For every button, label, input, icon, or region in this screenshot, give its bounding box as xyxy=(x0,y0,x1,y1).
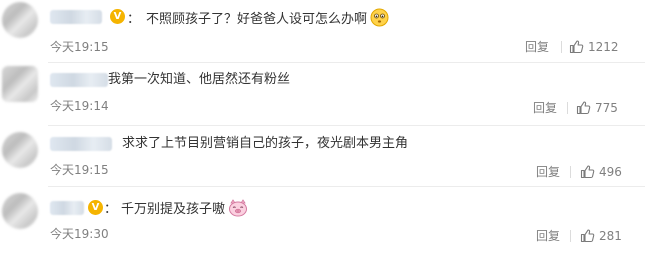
like-count: 281 xyxy=(599,228,622,243)
reply-button[interactable]: 回复 xyxy=(525,40,549,54)
shy-face-emoji-icon xyxy=(370,8,389,33)
separator xyxy=(561,41,562,53)
comment-time: 今天19:15 xyxy=(50,163,109,177)
comment-text: ：千万别提及孩子嗷 xyxy=(104,199,248,223)
username[interactable] xyxy=(50,10,102,24)
like-count: 496 xyxy=(599,164,622,179)
thumbs-up-icon xyxy=(580,165,595,179)
separator xyxy=(567,102,568,114)
avatar[interactable] xyxy=(2,132,38,168)
comment-time: 今天19:30 xyxy=(50,227,109,241)
comment-item: 求求了上节目别营销自己的孩子，夜光剧本男主角 今天19:15 回复 496 xyxy=(0,126,657,188)
comment-text: 求求了上节目别营销自己的孩子，夜光剧本男主角 xyxy=(122,136,409,151)
verified-badge-icon: V xyxy=(88,200,103,215)
thumbs-up-icon xyxy=(580,229,595,243)
avatar[interactable] xyxy=(2,66,38,102)
avatar[interactable] xyxy=(2,193,38,229)
reply-button[interactable]: 回复 xyxy=(533,101,557,115)
like-button[interactable]: 496 xyxy=(580,164,622,179)
comment-text: ：不照顾孩子了？好爸爸人设可怎么办啊 xyxy=(127,8,389,33)
like-button[interactable]: 775 xyxy=(576,100,618,115)
comment-text: 我第一次知道、他居然还有粉丝 xyxy=(108,72,291,87)
thumbs-up-icon xyxy=(569,40,584,54)
like-button[interactable]: 281 xyxy=(580,228,622,243)
thumbs-up-icon xyxy=(576,101,591,115)
reply-button[interactable]: 回复 xyxy=(536,229,560,243)
comment-item: 我第一次知道、他居然还有粉丝 今天19:14 回复 775 xyxy=(0,63,657,125)
username[interactable] xyxy=(50,73,108,87)
avatar[interactable] xyxy=(2,2,38,38)
comment-time: 今天19:14 xyxy=(50,99,109,113)
verified-badge-icon: V xyxy=(110,9,125,24)
reply-button[interactable]: 回复 xyxy=(536,165,560,179)
username[interactable] xyxy=(50,137,112,151)
like-count: 1212 xyxy=(588,39,619,54)
pig-face-emoji-icon xyxy=(228,199,248,223)
comment-item: V ：千万别提及孩子嗷 今天19:30 回复 281 xyxy=(0,187,657,249)
separator xyxy=(570,166,571,178)
like-button[interactable]: 1212 xyxy=(569,39,619,54)
separator xyxy=(570,230,571,242)
comment-item: V ：不照顾孩子了？好爸爸人设可怎么办啊 今天19:15 回复 1212 xyxy=(0,0,657,62)
comment-time: 今天19:15 xyxy=(50,40,109,54)
like-count: 775 xyxy=(595,100,618,115)
username[interactable] xyxy=(50,201,84,215)
